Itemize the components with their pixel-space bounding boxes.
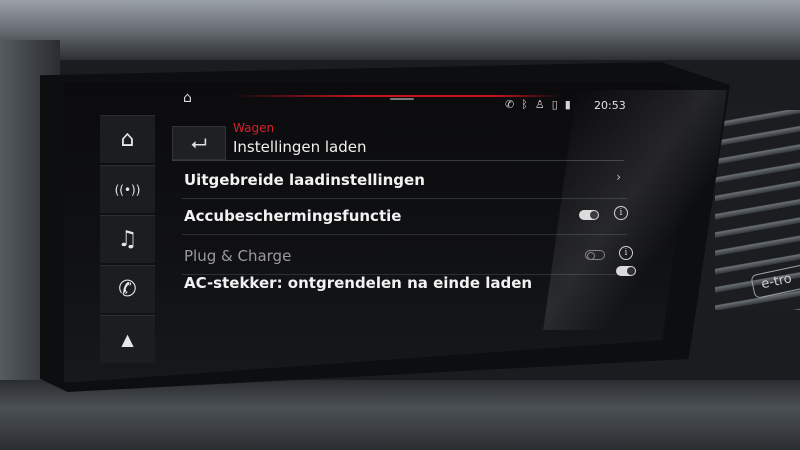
phone-bluetooth-icon: ✆ xyxy=(505,98,515,111)
radio-icon: ((•)) xyxy=(114,182,141,197)
row-ac-plug-unlock[interactable]: AC-stekker: ontgrendelen na einde laden xyxy=(182,258,636,308)
row-label: AC-stekker: ontgrendelen na einde laden xyxy=(184,274,533,292)
bluetooth-icon: ᛒ xyxy=(521,98,528,111)
back-arrow-icon: ⮠ xyxy=(191,131,207,155)
sidebar-item-phone[interactable]: ✆ xyxy=(100,265,155,313)
row-extended-charging-settings[interactable]: Uitgebreide laadinstellingen › xyxy=(182,162,627,199)
home-icon: ⌂ xyxy=(120,127,135,152)
battery-protection-toggle[interactable] xyxy=(579,210,599,220)
sidebar-item-home[interactable]: ⌂ xyxy=(100,115,155,163)
info-icon[interactable]: i xyxy=(614,206,628,220)
person-icon: ♙ xyxy=(534,98,545,111)
navigation-icon: ▲ xyxy=(121,330,134,349)
home-shortcut-icon[interactable]: ⌂ xyxy=(183,90,192,106)
main-sidebar: ⌂ ((•)) ♫ ✆ ▲ xyxy=(100,115,155,365)
row-label: Uitgebreide laadinstellingen xyxy=(184,171,425,189)
page-title: Instellingen laden xyxy=(233,138,367,156)
music-note-icon: ♫ xyxy=(117,227,138,252)
signal-icon: ▮ xyxy=(564,98,571,111)
breadcrumb: Wagen xyxy=(233,121,275,135)
row-battery-protection[interactable]: Accubeschermingsfunctie i xyxy=(182,198,628,235)
header-divider xyxy=(172,160,624,161)
chevron-right-icon: › xyxy=(616,170,621,184)
sidebar-item-radio[interactable]: ((•)) xyxy=(100,165,155,213)
row-label: Accubeschermingsfunctie xyxy=(184,207,402,225)
status-icons: ✆ ᛒ ♙ ▯ ▮ xyxy=(505,98,571,111)
ac-plug-unlock-toggle[interactable] xyxy=(616,266,636,276)
phone-icon: ▯ xyxy=(551,98,558,111)
status-accent-line xyxy=(230,95,560,97)
pull-down-handle[interactable] xyxy=(390,98,414,100)
sidebar-item-navigation[interactable]: ▲ xyxy=(100,315,155,363)
phone-icon: ✆ xyxy=(118,277,137,302)
sidebar-item-media[interactable]: ♫ xyxy=(100,215,155,263)
back-button[interactable]: ⮠ xyxy=(172,126,226,160)
clock: 20:53 xyxy=(594,99,626,112)
dashboard-bottom-trim xyxy=(0,380,800,450)
dashboard-top-trim xyxy=(0,0,800,60)
